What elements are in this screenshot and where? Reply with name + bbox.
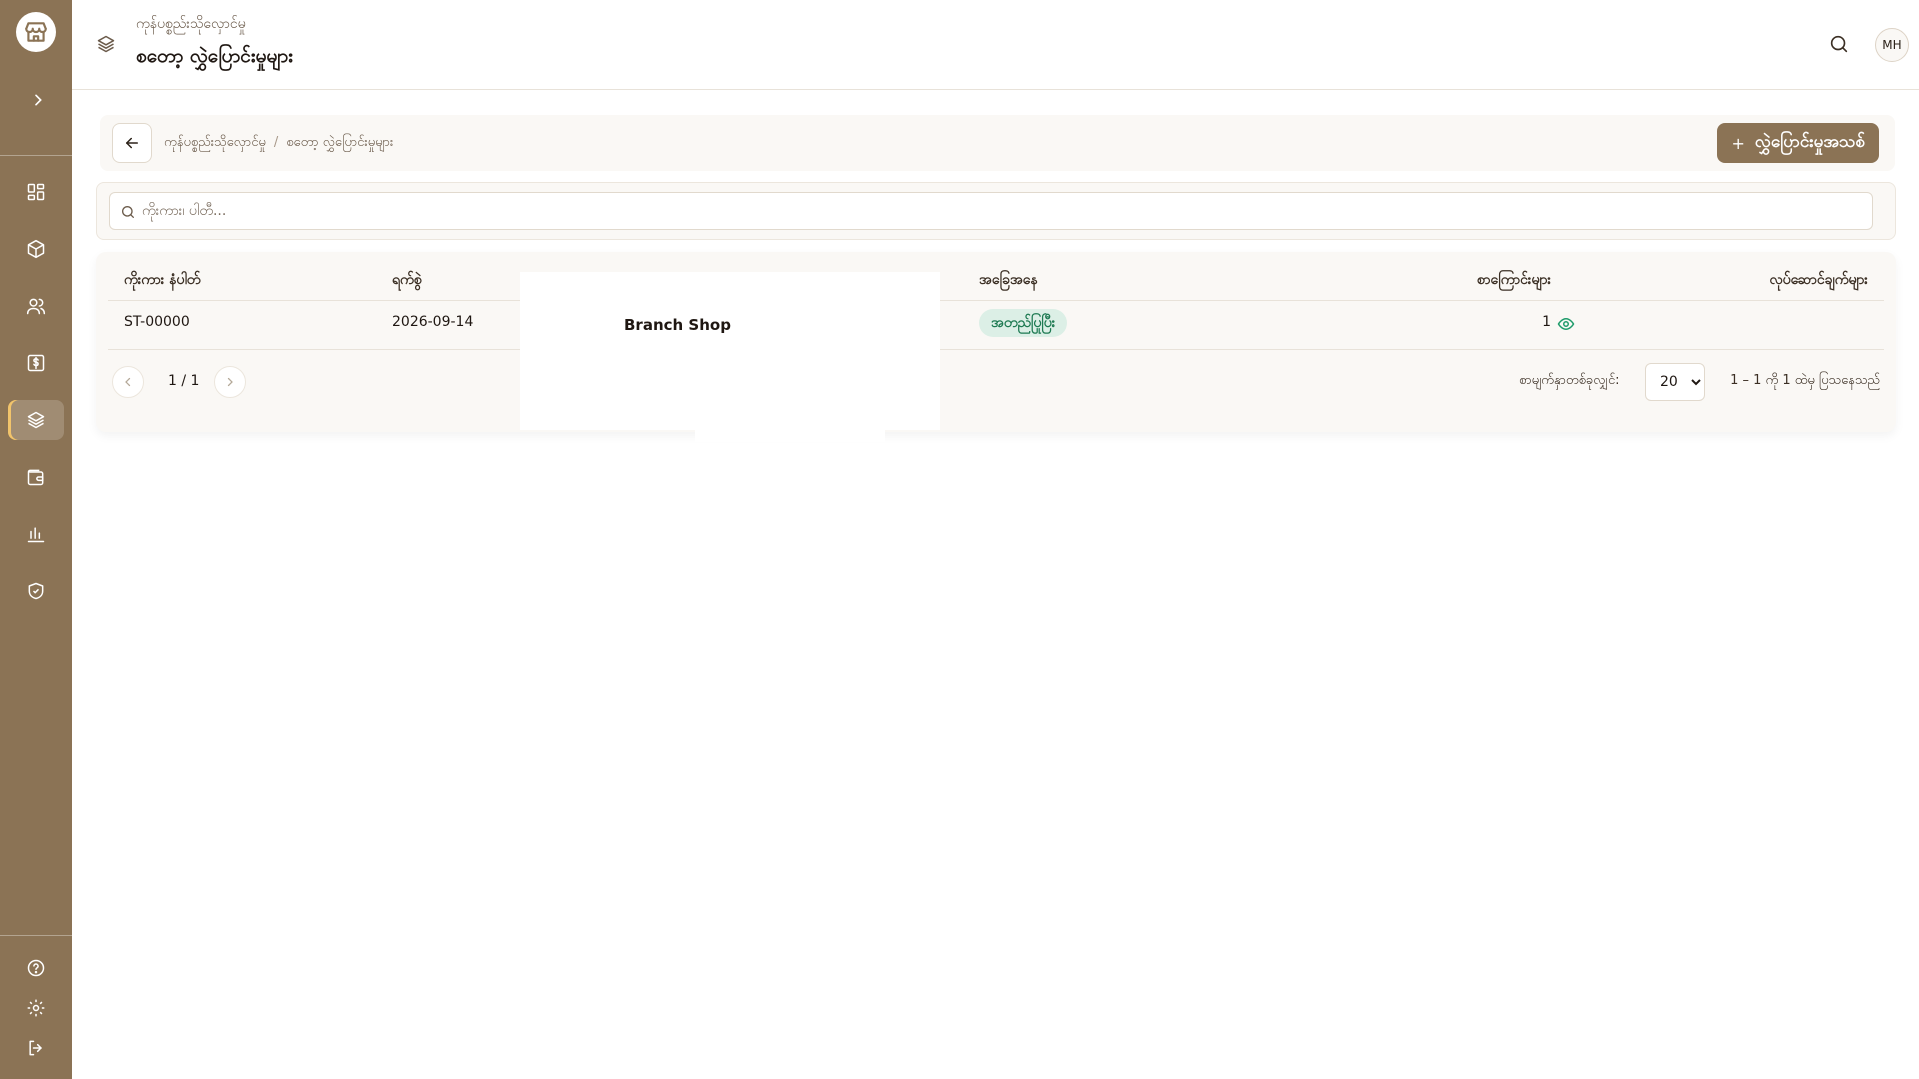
per-page-select[interactable]: 20 [1645, 363, 1705, 401]
breadcrumb-separator: / [273, 135, 279, 150]
page-subtitle: ကုန်ပစ္စည်းသိုလှောင်မှု [136, 16, 246, 32]
cell-reference[interactable]: ST-00000 [124, 314, 190, 330]
shield-check-icon [28, 582, 44, 600]
wallet-icon [27, 469, 44, 486]
new-transfer-label: လွှဲပြောင်းမှုအသစ် [1754, 131, 1865, 152]
search-field [109, 192, 1873, 230]
sidebar [0, 0, 72, 1079]
sidebar-item-wallet[interactable] [8, 457, 64, 497]
search-icon [122, 206, 134, 218]
sidebar-item-products[interactable] [8, 229, 64, 269]
prev-page-button[interactable] [112, 366, 144, 398]
page-title: စတော့ လွှဲပြောင်းမှုများ [136, 45, 293, 67]
breadcrumb-current: စတော့ လွှဲပြောင်းမှုများ [286, 135, 394, 150]
view-button[interactable] [1557, 315, 1575, 337]
search-button[interactable] [1828, 33, 1852, 57]
chevron-right-icon [227, 377, 233, 387]
search-input[interactable] [142, 193, 1862, 229]
page-indicator: 1 / 1 [168, 373, 200, 389]
plus-icon: + [1731, 133, 1745, 153]
sidebar-item-logout[interactable] [8, 1028, 64, 1068]
help-icon [27, 959, 45, 977]
users-icon [26, 298, 46, 315]
column-header-actions: လုပ်ဆောင်ချက်များ [1769, 272, 1868, 288]
breadcrumb: ကုန်ပစ္စည်းသိုလှောင်မှု / စတော့ လွှဲပြောင်… [164, 134, 393, 153]
dashboard-icon [27, 183, 45, 201]
per-page-label: စာမျက်နှာတစ်ခုလျှင်: [1519, 373, 1620, 388]
layers-icon [96, 34, 116, 58]
column-header-date[interactable]: ရက်စွဲ [392, 270, 422, 291]
cell-date: 2026-09-14 [392, 314, 474, 330]
chevron-left-icon [125, 377, 131, 387]
logout-icon [29, 1040, 42, 1056]
expand-sidebar-button[interactable] [24, 86, 52, 114]
breadcrumb-parent-link[interactable]: ကုန်ပစ္စည်းသိုလှောင်မှု [164, 135, 266, 150]
status-badge: အတည်ပြုပြီး [979, 309, 1068, 337]
next-page-button[interactable] [214, 366, 246, 398]
cell-lines: 1 [1542, 314, 1551, 330]
top-header: ကုန်ပစ္စည်းသိုလှောင်မှု စတော့ လွှဲပြောင်… [72, 0, 1919, 90]
dropdown-overlay [520, 272, 940, 430]
arrow-left-icon [126, 137, 138, 149]
sidebar-item-settings[interactable] [8, 988, 64, 1028]
transfers-table: ကိုးကား နံပါတ် ရက်စွဲ အခြေအနေ စာကြောင်းမ… [96, 252, 1896, 432]
bar-chart-icon [27, 527, 45, 543]
breadcrumb-bar: ကုန်ပစ္စည်းသိုလှောင်မှု / စတော့ လွှဲပြောင်… [100, 115, 1895, 171]
column-header-status[interactable]: အခြေအနေ [979, 270, 1038, 291]
row-divider [108, 349, 1884, 350]
sidebar-item-dashboard[interactable] [8, 172, 64, 212]
sidebar-item-customers[interactable] [8, 286, 64, 326]
sidebar-divider [0, 155, 72, 156]
results-range-text: 1 – 1 ကို 1 ထဲမှ ပြသနေသည် [1730, 373, 1880, 388]
store-logo-icon[interactable] [16, 12, 56, 52]
search-icon [1830, 35, 1848, 53]
column-header-lines[interactable]: စာကြောင်းများ [1477, 270, 1551, 291]
filter-bar [96, 182, 1896, 240]
branch-option[interactable]: Branch Shop [624, 316, 731, 334]
box-icon [27, 239, 45, 259]
column-header-reference[interactable]: ကိုးကား နံပါတ် [124, 270, 200, 291]
sidebar-item-reports[interactable] [8, 514, 64, 554]
chevron-right-icon [35, 94, 42, 106]
dropdown-overlay-tail [695, 420, 885, 442]
eye-icon [1557, 317, 1575, 331]
sidebar-item-security[interactable] [8, 571, 64, 611]
sidebar-divider [0, 935, 72, 936]
sidebar-item-help[interactable] [8, 948, 64, 988]
header-divider [108, 300, 1884, 301]
sidebar-item-inventory[interactable] [8, 400, 64, 440]
invoice-icon [27, 354, 45, 372]
avatar[interactable]: MH [1875, 28, 1909, 62]
back-button[interactable] [112, 123, 152, 163]
sidebar-item-sales[interactable] [8, 343, 64, 383]
new-transfer-button[interactable]: + လွှဲပြောင်းမှုအသစ် [1717, 123, 1879, 163]
settings-icon [27, 999, 45, 1017]
layers-icon [27, 411, 45, 429]
